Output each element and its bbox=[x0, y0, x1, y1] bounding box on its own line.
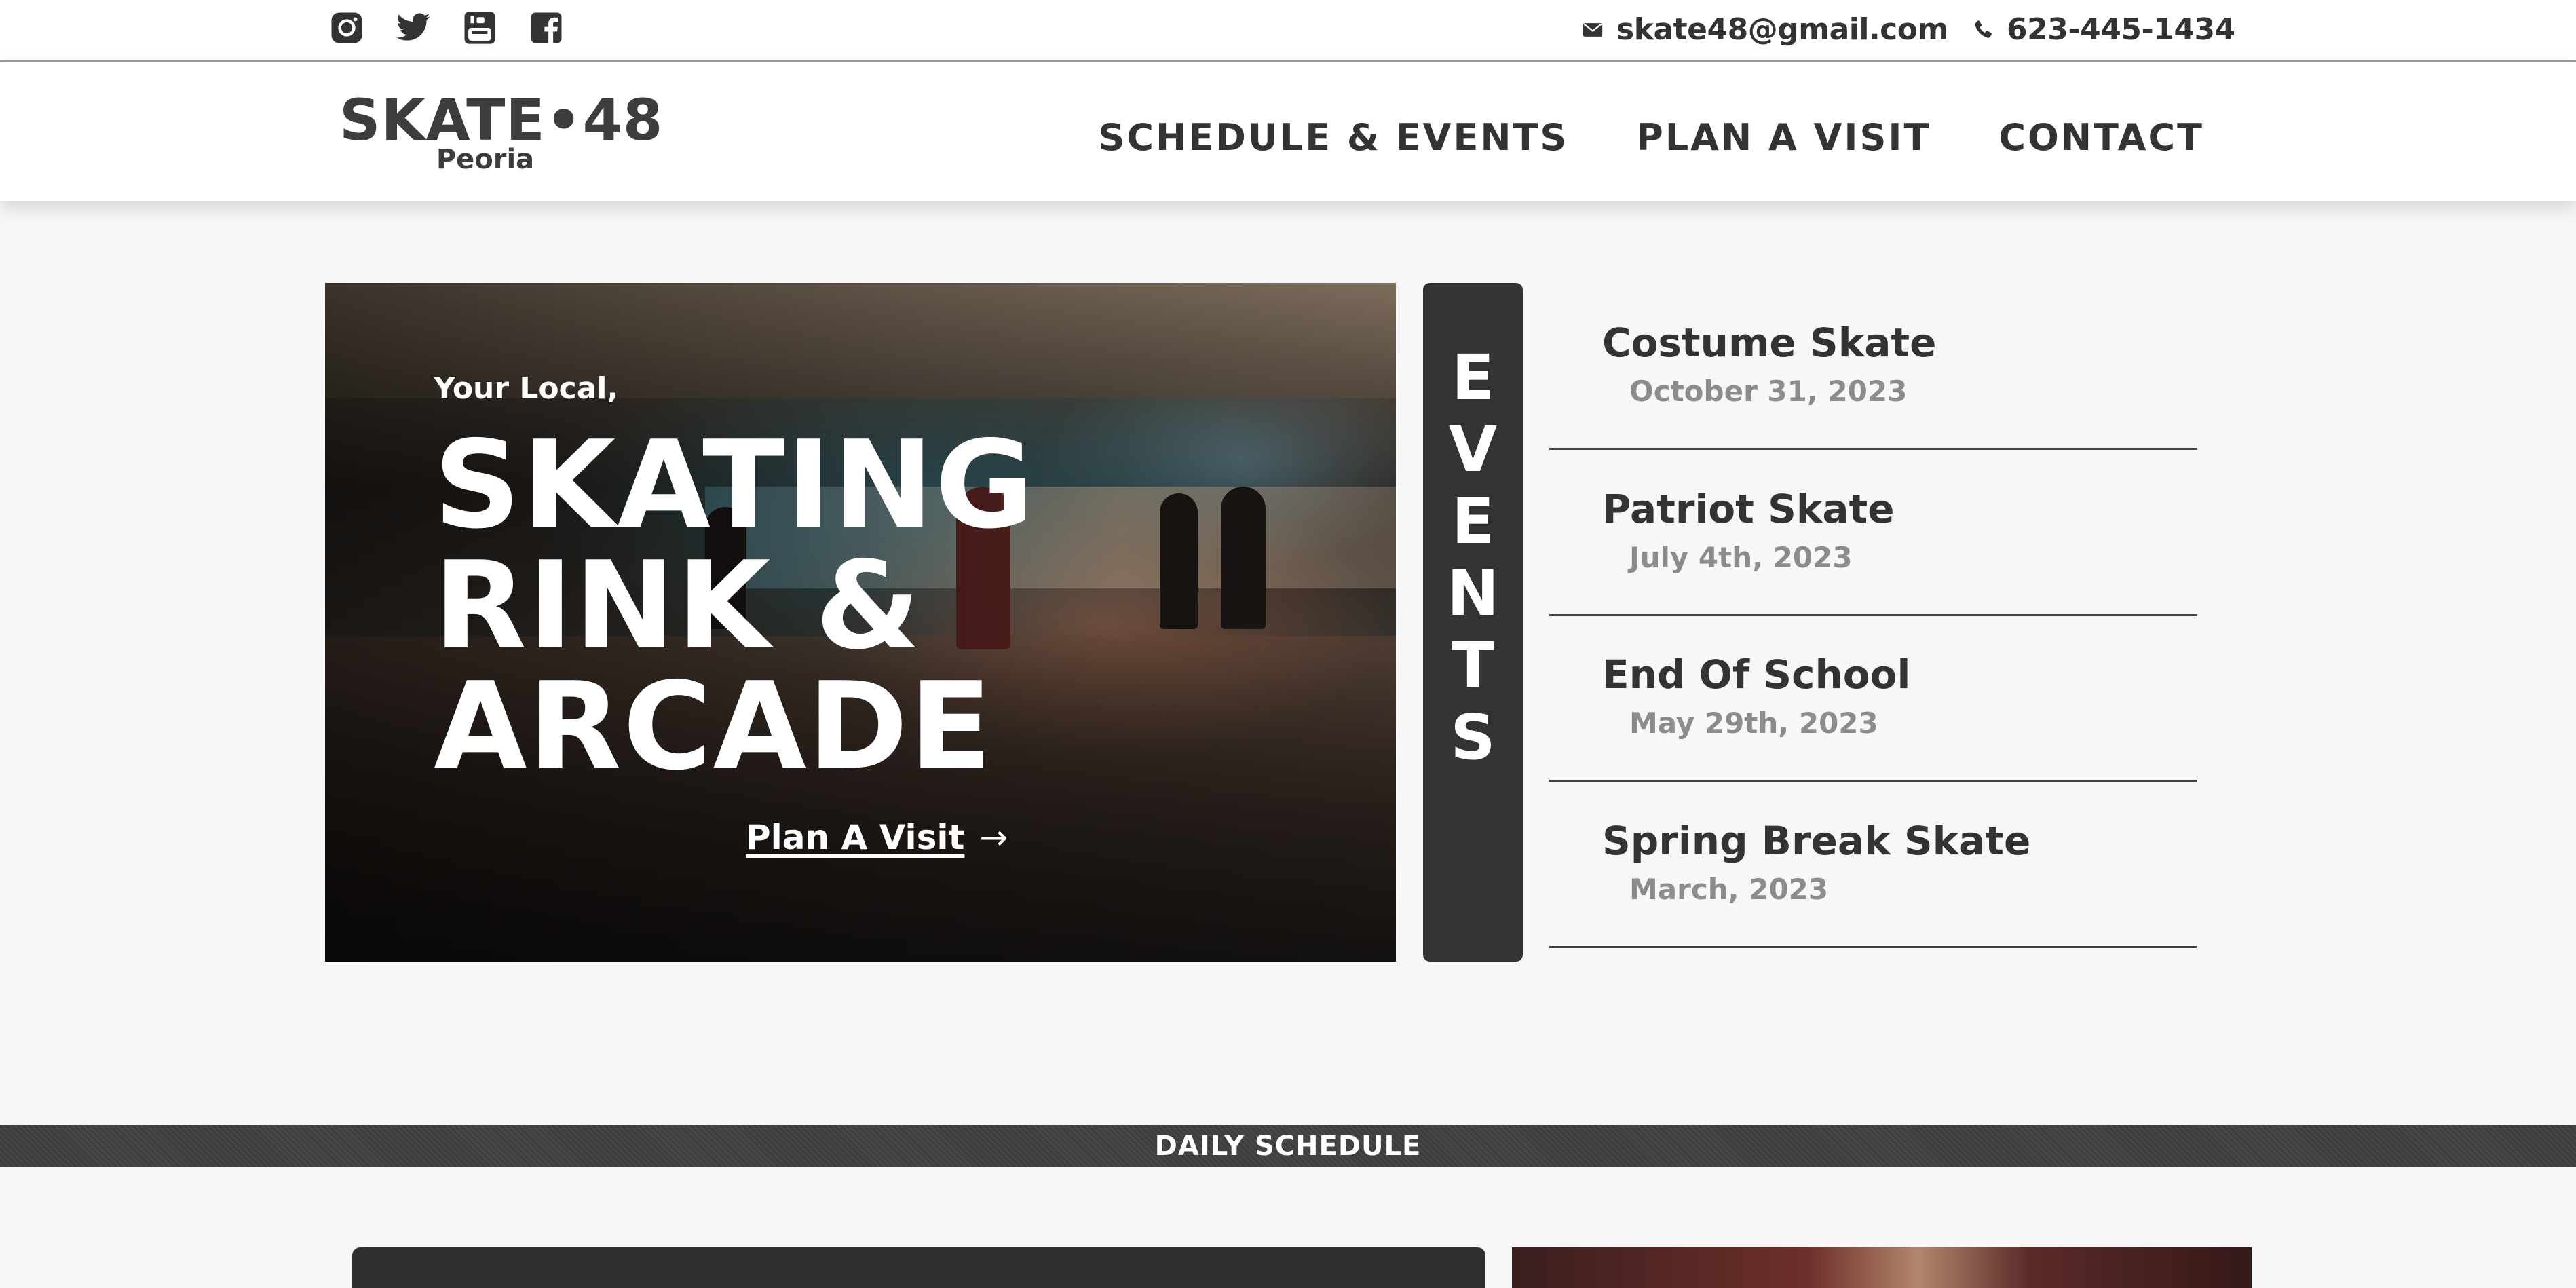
hero-title-line: RINK & bbox=[434, 535, 922, 676]
nav-plan-a-visit[interactable]: PLAN A VISIT bbox=[1636, 116, 1931, 159]
event-date: October 31, 2023 bbox=[1629, 375, 1908, 408]
phone-icon bbox=[1975, 20, 1992, 38]
events-letter: V bbox=[1448, 413, 1498, 486]
event-date: May 29th, 2023 bbox=[1629, 706, 1878, 740]
twitter-icon[interactable] bbox=[395, 10, 432, 46]
nav-schedule-events[interactable]: SCHEDULE & EVENTS bbox=[1099, 116, 1569, 159]
social-links bbox=[328, 10, 565, 46]
event-item[interactable]: Spring Break Skate March, 2023 bbox=[1549, 781, 2197, 948]
hero-title-line: ARCADE bbox=[434, 656, 993, 797]
event-item[interactable]: Patriot Skate July 4th, 2023 bbox=[1549, 449, 2197, 616]
logo-wordmark: SKATE•48 bbox=[339, 87, 664, 153]
event-date: July 4th, 2023 bbox=[1629, 541, 1853, 574]
plan-a-visit-label: Plan A Visit bbox=[746, 818, 965, 857]
events-letter: N bbox=[1447, 557, 1499, 630]
events-tab: E V E N T S bbox=[1423, 283, 1523, 962]
event-name: Spring Break Skate bbox=[1602, 818, 2031, 864]
phone-contact[interactable]: 623-445-1434 bbox=[1971, 12, 2235, 47]
hero-banner: Your Local, SKATING RINK & ARCADE Plan A… bbox=[325, 283, 1396, 962]
hero-text: Your Local, SKATING RINK & ARCADE bbox=[434, 371, 1036, 787]
event-name: Patriot Skate bbox=[1602, 486, 1895, 532]
envelope-icon bbox=[1583, 22, 1603, 37]
site-header: SKATE•48 Peoria SCHEDULE & EVENTS PLAN A… bbox=[0, 62, 2576, 201]
top-bar: skate48@gmail.com 623-445-1434 bbox=[0, 0, 2576, 62]
hero-kicker: Your Local, bbox=[434, 371, 619, 406]
phone-text: 623-445-1434 bbox=[2007, 12, 2235, 47]
events-letter: E bbox=[1452, 341, 1494, 414]
events-letter: S bbox=[1450, 701, 1496, 774]
schedule-panel bbox=[352, 1247, 1485, 1288]
event-name: End Of School bbox=[1602, 651, 1911, 698]
instagram-icon[interactable] bbox=[328, 10, 365, 46]
daily-schedule-band: DAILY SCHEDULE bbox=[0, 1125, 2576, 1167]
main-nav: SCHEDULE & EVENTS PLAN A VISIT CONTACT bbox=[1099, 116, 2204, 159]
arrow-right-icon: → bbox=[979, 818, 1008, 857]
email-text: skate48@gmail.com bbox=[1616, 12, 1948, 47]
facebook-icon[interactable] bbox=[528, 10, 565, 46]
hero-title: SKATING RINK & ARCADE bbox=[434, 425, 1036, 787]
event-name: Costume Skate bbox=[1602, 320, 1937, 366]
daily-schedule-title: DAILY SCHEDULE bbox=[1154, 1131, 1422, 1162]
youtube-icon[interactable] bbox=[461, 10, 498, 46]
schedule-photo bbox=[1512, 1247, 2252, 1288]
events-letter: T bbox=[1452, 629, 1494, 702]
events-letter: E bbox=[1452, 485, 1494, 558]
logo[interactable]: SKATE•48 Peoria bbox=[339, 87, 664, 174]
nav-contact[interactable]: CONTACT bbox=[1999, 116, 2204, 159]
email-contact[interactable]: skate48@gmail.com bbox=[1581, 12, 1948, 47]
event-item[interactable]: Costume Skate October 31, 2023 bbox=[1549, 283, 2197, 450]
hero-title-line: SKATING bbox=[434, 415, 1036, 555]
plan-a-visit-link[interactable]: Plan A Visit → bbox=[746, 818, 1008, 857]
event-date: March, 2023 bbox=[1629, 873, 1829, 906]
event-item[interactable]: End Of School May 29th, 2023 bbox=[1549, 615, 2197, 782]
